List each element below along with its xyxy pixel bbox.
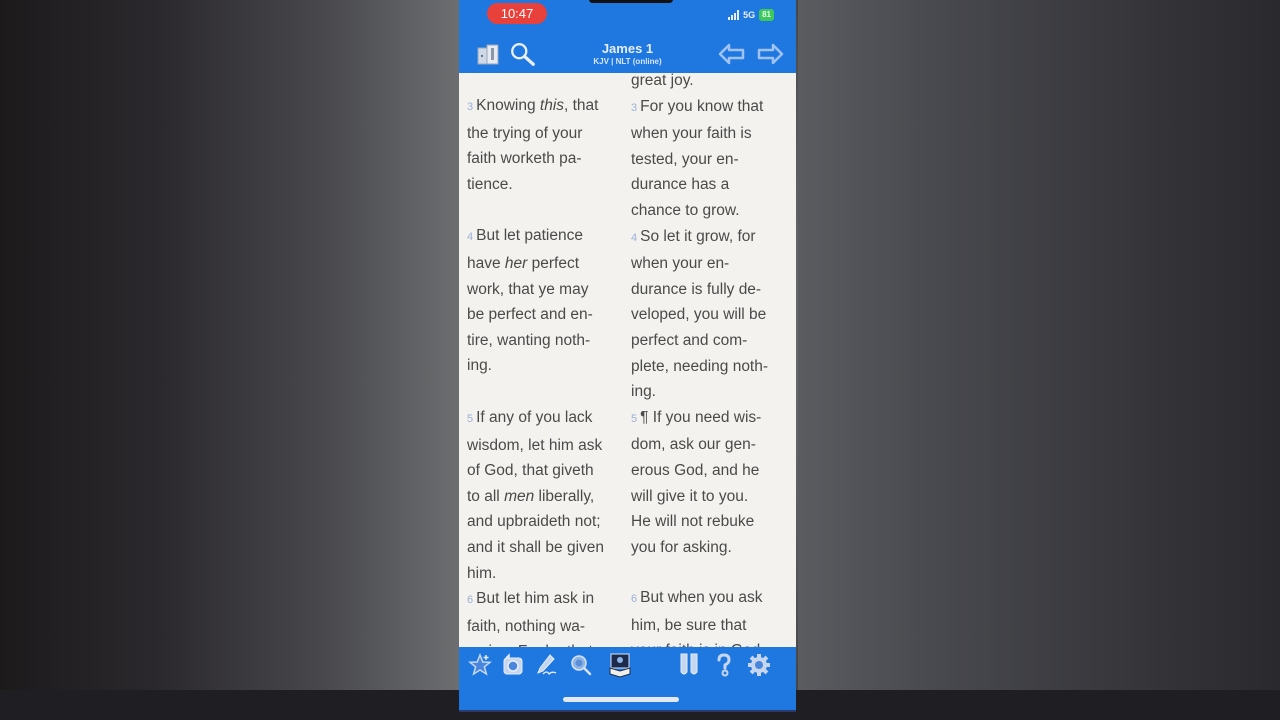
dynamic-island — [589, 0, 673, 3]
verse-number: 5 — [631, 412, 638, 425]
nav-bar: James 1 KJV | NLT (online) — [459, 34, 796, 73]
kjv-verse-6[interactable]: 6But let him ask in faith, nothing wa- v… — [467, 586, 627, 647]
nlt-column: great joy. 3 For you know that when your f… — [631, 73, 791, 647]
italic-supplied-word: her — [504, 254, 528, 272]
help-icon[interactable] — [711, 651, 737, 679]
italic-supplied-word: men — [504, 487, 535, 505]
verse-fragment: great joy. — [631, 73, 694, 89]
verse-number: 3 — [631, 101, 638, 114]
notes-pen-icon[interactable] — [534, 651, 560, 679]
parallel-columns-icon[interactable] — [676, 651, 702, 679]
kjv-column: 3 Knowing this, that the trying of your f… — [467, 93, 627, 647]
bottom-toolbar — [459, 647, 796, 710]
reading-plan-icon[interactable] — [607, 651, 633, 679]
kjv-verse-3[interactable]: 3 Knowing this, that the trying of your f… — [467, 93, 627, 197]
history-icon[interactable] — [500, 651, 526, 679]
previous-chapter-icon[interactable] — [718, 40, 746, 68]
italic-supplied-word: this — [539, 97, 565, 114]
verse-text: But when you ask him, be sure that your … — [631, 589, 763, 647]
status-bar: 10:47 5G 81 — [459, 0, 796, 34]
nlt-verse-6[interactable]: 6But when you ask him, be sure that your… — [631, 585, 791, 647]
verse-text: So let it grow, for when your en- duranc… — [631, 227, 769, 401]
bookmark-star-icon[interactable] — [467, 651, 493, 679]
nlt-verse-3[interactable]: 3 For you know that when your faith is te… — [631, 94, 791, 224]
verse-number: 6 — [467, 594, 474, 607]
verse-number: 4 — [467, 231, 474, 244]
battery-indicator: 81 — [759, 9, 774, 21]
nlt-verse-4[interactable]: 4 So let it grow, for when your en- duran… — [631, 224, 791, 405]
signal-icon — [728, 10, 740, 20]
home-indicator[interactable] — [563, 697, 679, 702]
kjv-verse-5[interactable]: 5 If any of you lack wisdom, let him ask … — [467, 405, 627, 586]
verse-number: 3 — [467, 101, 474, 113]
verse-text: Knowing — [476, 97, 540, 114]
phone-screen: 10:47 5G 81 James 1 KJV | NLT (online) 3… — [459, 0, 796, 712]
verse-text: For you know that when your faith is tes… — [631, 97, 764, 219]
parallel-reader[interactable]: 3 Knowing this, that the trying of your f… — [459, 73, 796, 647]
verse-text: But let him ask in faith, nothing wa- ve… — [467, 590, 595, 647]
verse-text: ¶ If you need wis- dom, ask our gen- ero… — [631, 408, 762, 556]
next-chapter-icon[interactable] — [756, 40, 784, 68]
background-left — [0, 0, 460, 720]
background-right — [798, 0, 1280, 720]
settings-gear-icon[interactable] — [746, 651, 772, 679]
verse-number: 6 — [631, 593, 638, 606]
network-label: 5G — [743, 10, 756, 20]
kjv-verse-4[interactable]: 4 But let patience have her perfect work,… — [467, 223, 627, 379]
verse-number: 4 — [631, 231, 638, 244]
verse-text: perfect work, that ye may be perfect and… — [467, 254, 593, 375]
nlt-verse-5[interactable]: 5 ¶ If you need wis- dom, ask our gen- er… — [631, 405, 791, 561]
status-indicators: 5G 81 — [728, 9, 774, 21]
verse-number: 5 — [467, 412, 474, 425]
search-lens-icon[interactable] — [568, 651, 594, 679]
status-time[interactable]: 10:47 — [487, 3, 547, 24]
